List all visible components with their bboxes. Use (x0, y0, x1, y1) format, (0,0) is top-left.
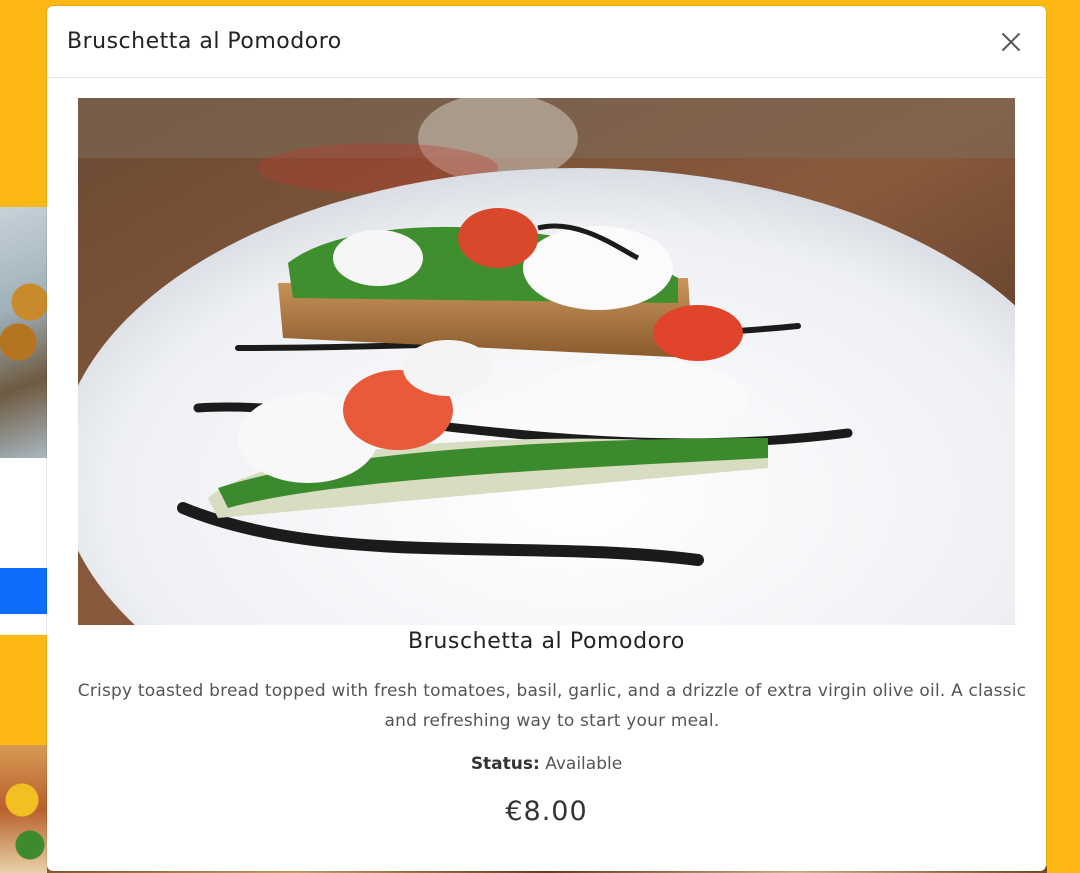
dish-image (78, 98, 1015, 625)
background-menu-card-image (0, 207, 47, 458)
background-menu-card-image-2 (0, 745, 47, 873)
item-status: Status: Available (77, 754, 1016, 774)
modal-header: Bruschetta al Pomodoro (47, 6, 1046, 78)
item-price: €8.00 (505, 796, 588, 827)
background-menu-card-button (0, 568, 47, 614)
status-label: Status: (470, 754, 540, 774)
item-description: Crispy toasted bread topped with fresh t… (77, 681, 1027, 731)
close-icon[interactable] (996, 27, 1026, 57)
modal-body: Bruschetta al Pomodoro Crispy toasted br… (47, 78, 1046, 827)
item-name: Bruschetta al Pomodoro (408, 629, 685, 654)
item-detail-modal: Bruschetta al Pomodoro Bruschetta al Pom… (47, 6, 1046, 871)
modal-title: Bruschetta al Pomodoro (67, 29, 342, 54)
status-value: Available (545, 754, 623, 774)
